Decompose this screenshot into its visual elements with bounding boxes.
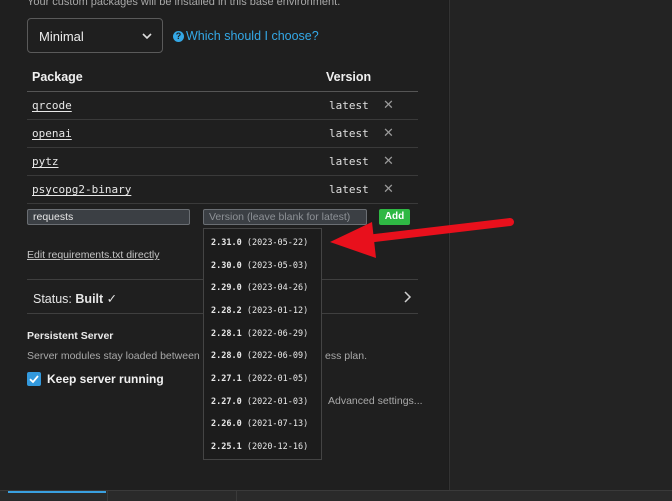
package-name-input[interactable]: [27, 209, 190, 225]
status-label: Status: Built ✓: [33, 291, 117, 306]
package-version: latest: [329, 99, 369, 112]
version-option[interactable]: 2.25.1 (2020-12-16): [211, 442, 308, 452]
keep-server-running-label[interactable]: Keep server running: [47, 372, 164, 386]
version-column-header: Version: [326, 70, 372, 84]
help-icon: ?: [173, 30, 184, 42]
table-row: psycopg2-binary latest ✕: [27, 176, 418, 204]
version-dropdown: 2.31.0 (2023-05-22) 2.30.0 (2023-05-03) …: [203, 228, 322, 460]
version-date: (2023-05-22): [246, 238, 309, 248]
version-date: (2022-01-03): [246, 397, 309, 407]
persistent-server-title: Persistent Server: [27, 330, 114, 342]
version-option[interactable]: 2.31.0 (2023-05-22): [211, 238, 308, 248]
version-option[interactable]: 2.29.0 (2023-04-26): [211, 283, 308, 293]
version-number: 2.25.1: [211, 442, 242, 452]
version-date: (2023-01-12): [246, 306, 309, 316]
version-number: 2.26.0: [211, 419, 242, 429]
package-name-link[interactable]: psycopg2-binary: [32, 183, 131, 196]
package-name-link[interactable]: openai: [32, 127, 72, 140]
remove-package-icon[interactable]: ✕: [383, 97, 394, 113]
version-number: 2.27.0: [211, 397, 242, 407]
chevron-right-icon: [404, 291, 412, 303]
version-number: 2.30.0: [211, 261, 242, 271]
add-package-button[interactable]: Add: [379, 209, 410, 225]
version-option[interactable]: 2.28.0 (2022-06-09): [211, 351, 308, 361]
help-link-label: Which should I choose?: [186, 29, 319, 43]
package-name-link[interactable]: pytz: [32, 155, 59, 168]
version-date: (2022-01-05): [246, 374, 309, 384]
remove-package-icon[interactable]: ✕: [383, 153, 394, 169]
version-option[interactable]: 2.27.1 (2022-01-05): [211, 374, 308, 384]
check-icon: ✓: [106, 292, 118, 306]
version-number: 2.27.1: [211, 374, 242, 384]
persistent-server-description: Server modules stay loaded between c: [27, 350, 208, 362]
edit-requirements-link[interactable]: Edit requirements.txt directly: [27, 249, 159, 261]
version-option[interactable]: 2.30.0 (2023-05-03): [211, 261, 308, 271]
version-option[interactable]: 2.28.1 (2022-06-29): [211, 329, 308, 339]
version-number: 2.29.0: [211, 283, 242, 293]
which-should-i-choose-link[interactable]: ? Which should I choose?: [173, 29, 319, 43]
remove-package-icon[interactable]: ✕: [383, 125, 394, 141]
version-option[interactable]: 2.28.2 (2023-01-12): [211, 306, 308, 316]
environment-select-value: Minimal: [39, 29, 84, 44]
environment-select[interactable]: Minimal: [27, 18, 163, 53]
version-number: 2.28.0: [211, 351, 242, 361]
settings-panel: Your custom packages will be installed i…: [0, 0, 448, 490]
version-number: 2.31.0: [211, 238, 242, 248]
chevron-down-icon: [142, 33, 152, 40]
package-version: latest: [329, 127, 369, 140]
advanced-settings-link[interactable]: Advanced settings...: [328, 395, 423, 407]
keep-server-running-checkbox[interactable]: [27, 372, 41, 386]
version-date: (2020-12-16): [246, 442, 309, 452]
version-number: 2.28.2: [211, 306, 242, 316]
base-env-description: Your custom packages will be installed i…: [27, 0, 341, 8]
package-name-link[interactable]: qrcode: [32, 99, 72, 112]
package-version: latest: [329, 155, 369, 168]
table-row: openai latest ✕: [27, 120, 418, 148]
version-input[interactable]: [203, 209, 367, 225]
package-column-header: Package: [32, 70, 83, 84]
version-date: (2023-04-26): [246, 283, 309, 293]
active-tab-indicator[interactable]: [8, 491, 106, 493]
table-row: qrcode latest ✕: [27, 92, 418, 120]
bottom-tab-bar: [0, 490, 672, 501]
status-value: Built: [75, 292, 104, 306]
version-number: 2.28.1: [211, 329, 242, 339]
version-date: (2023-05-03): [246, 261, 309, 271]
right-pane: [449, 0, 672, 490]
version-option[interactable]: 2.26.0 (2021-07-13): [211, 419, 308, 429]
version-date: (2021-07-13): [246, 419, 309, 429]
checkmark-icon: [29, 375, 39, 384]
package-version: latest: [329, 183, 369, 196]
status-label-text: Status:: [33, 292, 72, 306]
version-option[interactable]: 2.27.0 (2022-01-03): [211, 397, 308, 407]
persistent-server-description-end: ess plan.: [325, 350, 368, 362]
remove-package-icon[interactable]: ✕: [383, 181, 394, 197]
version-date: (2022-06-29): [246, 329, 309, 339]
version-date: (2022-06-09): [246, 351, 309, 361]
table-row: pytz latest ✕: [27, 148, 418, 176]
